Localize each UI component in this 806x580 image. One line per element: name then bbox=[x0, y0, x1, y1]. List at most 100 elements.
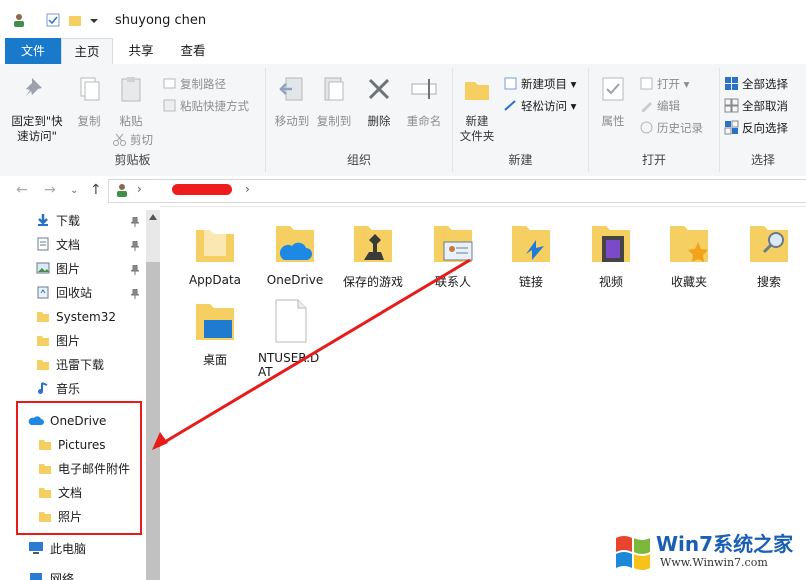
edit-button[interactable]: 编辑 bbox=[639, 96, 680, 116]
title-bar: shuyong chen bbox=[0, 0, 806, 38]
chevron-down-icon[interactable] bbox=[89, 13, 99, 27]
sidebar-item-label: System32 bbox=[56, 310, 117, 324]
tab-share[interactable]: 共享 bbox=[116, 38, 166, 64]
sidebar-item-network[interactable]: 网络 bbox=[28, 568, 74, 580]
watermark-brand: Win7系统之家 bbox=[656, 532, 794, 556]
invert-selection-button[interactable]: 反向选择 bbox=[724, 118, 788, 138]
history-button[interactable]: 历史记录 bbox=[639, 118, 703, 138]
easy-access-button[interactable]: 轻松访问 ▾ bbox=[503, 96, 576, 116]
properties-icon bbox=[602, 77, 624, 101]
copy-to-button[interactable]: 复制到 bbox=[312, 74, 356, 129]
sidebar-item-downloads[interactable]: 下载 bbox=[36, 210, 80, 232]
download-icon bbox=[38, 214, 48, 226]
open-button[interactable]: 打开 ▾ bbox=[639, 74, 689, 94]
sidebar-item-label: 图片 bbox=[56, 262, 81, 276]
properties-button[interactable]: 属性 bbox=[593, 74, 633, 129]
history-label: 历史记录 bbox=[657, 121, 703, 135]
paste-shortcut-label: 粘贴快捷方式 bbox=[180, 99, 249, 113]
open-label: 打开 bbox=[657, 77, 680, 91]
pin-icon[interactable] bbox=[131, 289, 139, 299]
organize-group-label: 组织 bbox=[346, 153, 371, 167]
file-item-links[interactable]: 链接 bbox=[492, 220, 570, 290]
easy-access-label: 轻松访问 bbox=[521, 99, 567, 113]
move-to-icon bbox=[279, 77, 303, 101]
recent-locations-icon[interactable]: ⌄ bbox=[70, 185, 78, 196]
new-group: 新建 文件夹 新建项目 ▾ 轻松访问 ▾ 新建 bbox=[453, 68, 589, 172]
pin-icon bbox=[26, 78, 42, 96]
file-name: 搜索 bbox=[756, 275, 781, 289]
forward-icon[interactable]: → bbox=[44, 182, 56, 198]
delete-icon bbox=[368, 78, 390, 100]
rename-button[interactable]: 重命名 bbox=[402, 74, 446, 129]
clipboard-group: 固定到"快 速访问" 复制 粘贴 复制路径 粘贴快捷方式 剪切 剪贴板 bbox=[0, 68, 266, 172]
new-item-icon bbox=[504, 77, 517, 90]
file-list: AppData OneDrive 保存的游戏 联系人 链接 视频 收藏夹 搜索 … bbox=[152, 206, 806, 580]
back-icon[interactable]: ← bbox=[16, 182, 28, 198]
sidebar-item-recycle-bin[interactable]: 回收站 bbox=[36, 282, 92, 304]
search-folder-icon bbox=[750, 226, 788, 262]
move-to-label: 移动到 bbox=[274, 114, 310, 128]
copy-to-icon bbox=[324, 77, 344, 101]
paste-label: 粘贴 bbox=[119, 114, 143, 128]
file-item-videos[interactable]: 视频 bbox=[572, 220, 650, 290]
scroll-up-icon[interactable] bbox=[149, 214, 157, 220]
sidebar-item-label: 网络 bbox=[50, 572, 75, 580]
new-item-button[interactable]: 新建项目 ▾ bbox=[503, 74, 576, 94]
folder-icon bbox=[465, 82, 489, 100]
sidebar-item-pictures-folder[interactable]: 图片 bbox=[36, 330, 80, 352]
document-icon bbox=[37, 237, 49, 251]
breadcrumb-separator-icon: › bbox=[137, 182, 142, 196]
select-none-button[interactable]: 全部取消 bbox=[724, 96, 788, 116]
picture-icon bbox=[36, 262, 50, 274]
open-icon bbox=[640, 77, 653, 90]
folder-icon bbox=[37, 360, 49, 370]
copy-path-button[interactable]: 复制路径 bbox=[162, 74, 226, 94]
select-all-button[interactable]: 全部选择 bbox=[724, 74, 788, 94]
pin-label-2: 速访问" bbox=[17, 129, 57, 143]
copy-to-label: 复制到 bbox=[316, 114, 352, 128]
cut-button[interactable]: 剪切 bbox=[112, 130, 153, 150]
sidebar-item-documents[interactable]: 文档 bbox=[36, 234, 80, 256]
up-icon[interactable]: ↑ bbox=[90, 182, 102, 198]
copy-button[interactable]: 复制 bbox=[70, 74, 108, 129]
paste-button[interactable]: 粘贴 bbox=[110, 74, 152, 129]
favorites-folder-icon bbox=[670, 226, 708, 262]
windows-logo-icon bbox=[616, 536, 650, 570]
new-folder-quick-icon[interactable] bbox=[68, 13, 82, 27]
file-item-favorites[interactable]: 收藏夹 bbox=[650, 220, 728, 290]
easy-access-icon bbox=[504, 100, 516, 111]
tab-view[interactable]: 查看 bbox=[168, 38, 218, 64]
sidebar-item-system32[interactable]: System32 bbox=[36, 306, 116, 328]
folder-icon bbox=[37, 312, 49, 322]
window-title: shuyong chen bbox=[115, 13, 207, 28]
properties-quick-icon[interactable] bbox=[46, 13, 60, 27]
sidebar-item-music[interactable]: 音乐 bbox=[36, 378, 80, 400]
move-to-button[interactable]: 移动到 bbox=[270, 74, 314, 129]
tab-file[interactable]: 文件 bbox=[5, 38, 61, 64]
sidebar-item-thunder-downloads[interactable]: 迅雷下载 bbox=[36, 354, 104, 376]
clipboard-group-label: 剪贴板 bbox=[114, 153, 151, 167]
pin-icon[interactable] bbox=[131, 241, 139, 251]
onedrive-highlight-box bbox=[16, 401, 142, 535]
copy-icon bbox=[80, 77, 100, 101]
new-folder-label: 新建 bbox=[465, 114, 489, 128]
select-none-label: 全部取消 bbox=[742, 99, 788, 113]
paste-shortcut-button[interactable]: 粘贴快捷方式 bbox=[162, 96, 249, 116]
breadcrumb-separator-icon-2: › bbox=[245, 182, 250, 196]
pin-icon[interactable] bbox=[131, 217, 139, 227]
file-item-searches[interactable]: 搜索 bbox=[730, 220, 806, 290]
sidebar-item-label: 回收站 bbox=[56, 286, 93, 300]
redaction-mark bbox=[172, 184, 232, 195]
navigation-bar: ← → ⌄ ↑ › › bbox=[0, 176, 806, 207]
new-folder-button[interactable]: 新建 文件夹 bbox=[455, 74, 499, 144]
user-icon bbox=[14, 14, 24, 27]
sidebar-item-this-pc[interactable]: 此电脑 bbox=[28, 538, 86, 560]
sidebar-item-pictures[interactable]: 图片 bbox=[36, 258, 80, 280]
delete-button[interactable]: 删除 bbox=[362, 74, 396, 129]
links-folder-icon bbox=[512, 226, 550, 262]
paste-shortcut-icon bbox=[163, 99, 176, 112]
user-location-icon bbox=[117, 184, 127, 197]
pin-to-quick-access-button[interactable]: 固定到"快 速访问" bbox=[6, 74, 68, 144]
pin-icon[interactable] bbox=[131, 265, 139, 275]
tab-home[interactable]: 主页 bbox=[61, 38, 113, 66]
